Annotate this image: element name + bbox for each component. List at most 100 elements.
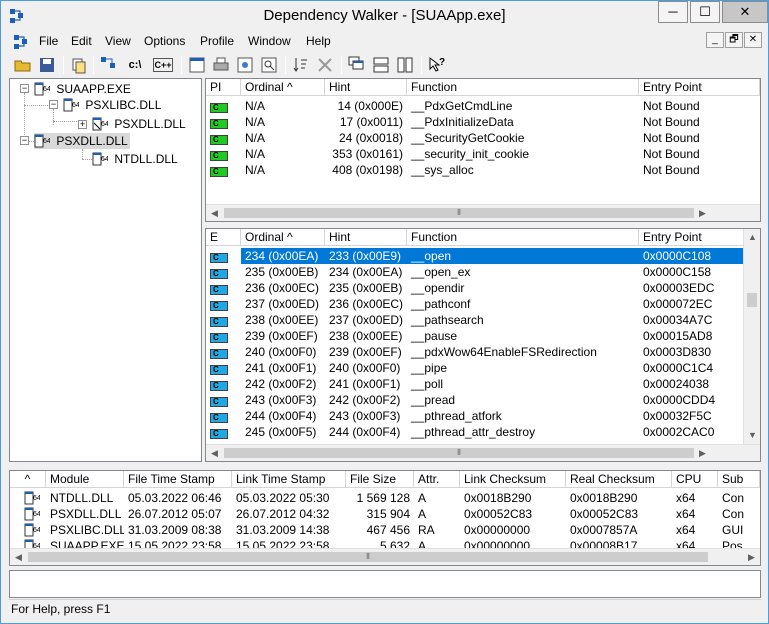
column-header[interactable]: E [206, 229, 241, 246]
view-module-icon[interactable] [187, 55, 207, 75]
save-icon[interactable] [37, 55, 57, 75]
table-row[interactable]: C 235 (0x00EB) 234 (0x00EA) __open_ex 0x0000… [206, 264, 744, 280]
column-header[interactable]: Attr. [414, 471, 460, 488]
column-header[interactable]: Function [407, 79, 639, 96]
imports-hscroll[interactable]: ◀ ⦀ ▶ [206, 204, 760, 221]
table-row[interactable]: C 239 (0x00EF) 238 (0x00EE) __pause 0x00015A… [206, 328, 744, 344]
external-viewer-icon[interactable] [315, 55, 335, 75]
menu-file[interactable]: File [39, 34, 58, 48]
column-header[interactable]: Ordinal ^ [241, 79, 325, 96]
properties-icon[interactable] [235, 55, 255, 75]
tree-expander[interactable]: − [20, 136, 29, 145]
sort-icon[interactable] [291, 55, 311, 75]
scroll-thumb[interactable] [747, 293, 757, 307]
table-row[interactable]: C 240 (0x00F0) 239 (0x00EF) __pdxWow64Enabl… [206, 344, 744, 360]
tree-item-psxlibc[interactable]: 64 PSXLIBC.DLL [63, 97, 161, 113]
exports-hscroll[interactable]: ◀ ⦀ ▶ [206, 444, 760, 461]
tree-item-suaapp[interactable]: 64 SUAAPP.EXE [34, 81, 131, 97]
tree-expander[interactable]: + [78, 120, 87, 129]
column-header[interactable]: Real Checksum [566, 471, 672, 488]
tile-vertical-icon[interactable] [395, 55, 415, 75]
column-header[interactable]: PI [206, 79, 241, 96]
column-header[interactable]: File Size [346, 471, 414, 488]
find-icon[interactable] [259, 55, 279, 75]
table-row[interactable]: C 245 (0x00F5) 244 (0x00F4) __pthread_attr_… [206, 424, 744, 440]
table-row[interactable]: C 238 (0x00EE) 237 (0x00ED) __pathsearch 0x0… [206, 312, 744, 328]
column-header[interactable]: Entry Point [639, 229, 744, 246]
scroll-up-arrow-icon[interactable]: ▲ [744, 229, 760, 246]
column-header[interactable]: Entry Point [639, 79, 760, 96]
table-row[interactable]: 64 PSXLIBC.DLL 31.03.2009 08:38 31.03.2009 … [10, 522, 760, 538]
scroll-right-arrow-icon[interactable]: ▶ [694, 205, 711, 221]
scroll-down-arrow-icon[interactable]: ▼ [744, 427, 760, 444]
context-help-icon[interactable]: ? [427, 55, 447, 75]
mdi-minimize-button[interactable]: _ [706, 32, 724, 48]
menu-profile[interactable]: Profile [200, 34, 234, 48]
menu-view[interactable]: View [105, 34, 131, 48]
tree-item-psxdll-selected[interactable]: 64 PSXDLL.DLL [34, 133, 130, 149]
module-tree-icon[interactable] [99, 55, 119, 75]
cascade-icon[interactable] [347, 55, 367, 75]
exports-vscroll[interactable]: ▲ ▼ [743, 229, 760, 444]
menu-window[interactable]: Window [248, 34, 291, 48]
full-paths-button[interactable]: c:\ [125, 55, 145, 75]
close-button[interactable]: ✕ [722, 1, 768, 23]
column-header[interactable]: ^ [10, 471, 46, 488]
scroll-thumb[interactable]: ⦀ [28, 552, 708, 562]
mdi-close-button[interactable]: ✕ [744, 32, 762, 48]
menu-options[interactable]: Options [144, 34, 185, 48]
table-row[interactable]: C N/A 17 (0x0011) __PdxInitializeData Not Bo… [206, 114, 760, 130]
table-row[interactable]: C N/A 24 (0x0018) __SecurityGetCookie Not Bo… [206, 130, 760, 146]
mdi-child-icon[interactable] [13, 34, 29, 50]
table-row[interactable]: C N/A 14 (0x000E) __PdxGetCmdLine Not Bound [206, 98, 760, 114]
title-bar[interactable]: Dependency Walker - [SUAApp.exe] ─ ☐ ✕ [1, 1, 768, 31]
maximize-button[interactable]: ☐ [690, 1, 720, 23]
table-row[interactable]: C 243 (0x00F3) 242 (0x00F2) __pread 0x0000CD… [206, 392, 744, 408]
column-header[interactable]: CPU [672, 471, 718, 488]
scroll-left-arrow-icon[interactable]: ◀ [206, 205, 223, 221]
column-header[interactable]: File Time Stamp [124, 471, 232, 488]
table-row[interactable]: C 236 (0x00EC) 235 (0x00EB) __opendir 0x0000… [206, 280, 744, 296]
tree-expander[interactable]: − [20, 84, 29, 93]
column-header[interactable]: Link Checksum [460, 471, 566, 488]
column-header[interactable]: Module [46, 471, 124, 488]
table-row[interactable]: 64 PSXDLL.DLL 26.07.2012 05:07 26.07.2012 0… [10, 506, 760, 522]
scroll-left-arrow-icon[interactable]: ◀ [10, 549, 27, 565]
tree-item-ntdll[interactable]: 64 NTDLL.DLL [92, 151, 178, 167]
table-row[interactable]: C 234 (0x00EA) 233 (0x00E9) __open 0x0000C10… [206, 248, 744, 264]
export-type-cell: C [206, 264, 241, 280]
log-panel[interactable] [9, 570, 761, 598]
mdi-restore-button[interactable]: 🗗 [725, 32, 743, 48]
table-row[interactable]: C N/A 353 (0x0161) __security_init_cookie No… [206, 146, 760, 162]
menu-help[interactable]: Help [306, 34, 331, 48]
column-header[interactable]: Ordinal ^ [241, 229, 325, 246]
table-row[interactable]: C 237 (0x00ED) 236 (0x00EC) __pathconf 0x000… [206, 296, 744, 312]
column-header[interactable]: Hint [325, 79, 407, 96]
tree-expander[interactable]: − [49, 100, 58, 109]
modules-hscroll[interactable]: ◀ ⦀ ▶ [10, 548, 760, 565]
scroll-thumb[interactable]: ⦀ [224, 448, 694, 458]
scroll-left-arrow-icon[interactable]: ◀ [206, 445, 223, 461]
column-header[interactable]: Function [407, 229, 639, 246]
column-header[interactable]: Link Time Stamp [232, 471, 346, 488]
table-row[interactable]: C N/A 408 (0x0198) __sys_alloc Not Bound [206, 162, 760, 178]
menu-edit[interactable]: Edit [71, 34, 92, 48]
scroll-right-arrow-icon[interactable]: ▶ [743, 549, 760, 565]
tile-horizontal-icon[interactable] [371, 55, 391, 75]
minimize-button[interactable]: ─ [658, 1, 688, 23]
app-window: Dependency Walker - [SUAApp.exe] ─ ☐ ✕ F… [0, 0, 769, 624]
scroll-thumb[interactable]: ⦀ [224, 208, 694, 218]
table-row[interactable]: C 244 (0x00F4) 243 (0x00F3) __pthread_atfor… [206, 408, 744, 424]
column-header[interactable]: Sub [718, 471, 760, 488]
table-row[interactable]: 64 NTDLL.DLL 05.03.2022 06:46 05.03.2022 05… [10, 490, 760, 506]
module-tree-panel[interactable]: − 64 SUAAPP.EXE − 64 PSXLIBC.DLL + 64 PS… [9, 78, 202, 462]
table-row[interactable]: C 242 (0x00F2) 241 (0x00F1) __poll 0x0002403… [206, 376, 744, 392]
table-row[interactable]: C 241 (0x00F1) 240 (0x00F0) __pipe 0x0000C1C… [206, 360, 744, 376]
tree-item-psxdll-child[interactable]: 64 PSXDLL.DLL [92, 116, 186, 132]
open-folder-icon[interactable] [13, 55, 33, 75]
undecorate-cpp-button[interactable]: C++ [153, 58, 173, 72]
column-header[interactable]: Hint [325, 229, 407, 246]
print-icon[interactable] [211, 55, 231, 75]
copy-icon[interactable] [69, 55, 89, 75]
scroll-right-arrow-icon[interactable]: ▶ [694, 445, 711, 461]
